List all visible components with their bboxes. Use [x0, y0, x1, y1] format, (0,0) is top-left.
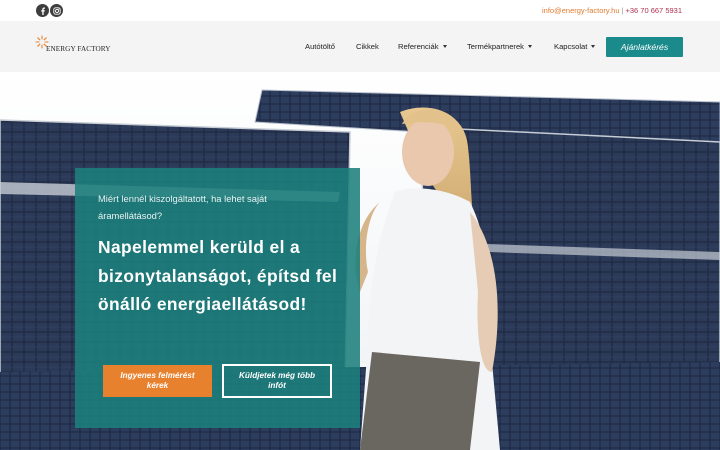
instagram-icon[interactable] [50, 4, 63, 17]
chevron-down-icon [527, 44, 532, 48]
chevron-down-icon [442, 44, 447, 48]
nav-item-referenciak[interactable]: Referenciák [398, 42, 447, 51]
phone-link[interactable]: +36 70 667 5931 [625, 6, 682, 15]
facebook-icon[interactable] [36, 4, 49, 17]
nav-item-label: Autótöltő [305, 42, 335, 51]
contact-info: info@energy-factory.hu | +36 70 667 5931 [542, 6, 682, 15]
logo-text: ENERGY FACTORY [46, 45, 111, 53]
main-header: ENERGY FACTORY Autótöltő Cikkek Referenc… [0, 21, 720, 72]
nav-item-label: Kapcsolat [554, 42, 588, 51]
nav-item-label: Termékpartnerek [467, 42, 524, 51]
more-info-button[interactable]: Küldjetek még több infót [222, 364, 332, 398]
hero-subtitle: Miért lennél kiszolgáltatott, ha lehet s… [98, 193, 267, 221]
email-link[interactable]: info@energy-factory.hu [542, 6, 620, 15]
quote-request-button[interactable]: Ajánlatkérés [606, 37, 683, 57]
free-survey-button[interactable]: Ingyenes felmérést kérek [103, 365, 212, 397]
nav-item-cikkek[interactable]: Cikkek [356, 42, 379, 51]
top-bar: info@energy-factory.hu | +36 70 667 5931 [0, 0, 720, 21]
contact-separator: | [621, 6, 624, 15]
hero-panel: Miért lennél kiszolgáltatott, ha lehet s… [75, 168, 360, 428]
chevron-down-icon [591, 44, 596, 48]
nav-item-label: Referenciák [398, 42, 439, 51]
nav-item-autotolto[interactable]: Autótöltő [305, 42, 335, 51]
nav-item-termekpartnerek[interactable]: Termékpartnerek [467, 42, 532, 51]
nav-item-kapcsolat[interactable]: Kapcsolat [554, 42, 596, 51]
hero-title: Napelemmel kerüld el a bizonytalanságot,… [98, 237, 338, 314]
hero-section: Miért lennél kiszolgáltatott, ha lehet s… [0, 72, 720, 450]
nav-item-label: Cikkek [356, 42, 379, 51]
